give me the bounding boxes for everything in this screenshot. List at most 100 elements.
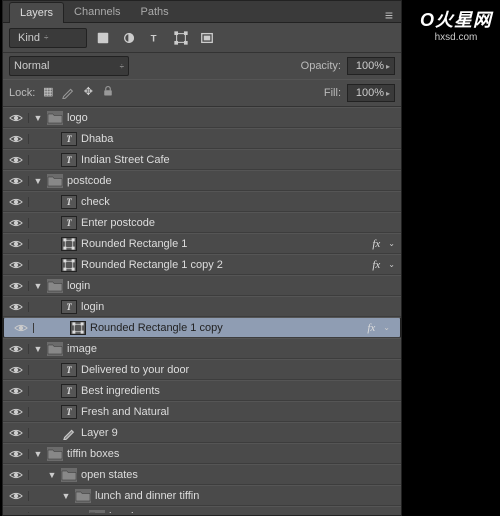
visibility-toggle[interactable] [3,407,29,417]
layer-name[interactable]: Rounded Rectangle 1 [81,238,187,250]
layer-row[interactable]: ▼ open states [3,464,401,485]
layer-name[interactable]: Best ingredients [81,385,160,397]
layer-name[interactable]: login [81,301,104,313]
visibility-toggle[interactable] [3,113,29,123]
svg-text:T: T [151,33,157,44]
chevron-down-icon[interactable]: ⌄ [388,239,395,248]
visibility-toggle[interactable] [3,470,29,480]
layer-row[interactable]: Tcheck [3,191,401,212]
filter-text-icon[interactable]: T [145,28,165,48]
watermark-logo: O火星网 [420,6,492,32]
disclosure-arrow[interactable]: ▼ [61,491,71,501]
disclosure-arrow[interactable]: ▼ [47,470,57,480]
layer-name[interactable]: logo [67,112,88,124]
filter-adjustment-icon[interactable] [119,28,139,48]
visibility-toggle[interactable] [3,281,29,291]
lock-transparency-icon[interactable]: ▦ [41,85,55,102]
visibility-toggle[interactable] [3,155,29,165]
layer-row[interactable]: ▼ tiffin boxes [3,443,401,464]
lock-all-icon[interactable] [101,85,115,102]
layer-row[interactable]: TDhaba [3,128,401,149]
visibility-toggle[interactable] [3,386,29,396]
filter-pixel-icon[interactable] [93,28,113,48]
layer-tree[interactable]: ▼ logo TDhabaTIndian Street Cafe ▼ postcode T… [3,107,401,513]
disclosure-arrow[interactable]: ▼ [33,281,43,291]
chevron-down-icon[interactable]: ⌄ [388,260,395,269]
visibility-toggle[interactable] [3,218,29,228]
layer-name[interactable]: lunch and dinner tiffin [95,490,199,502]
shape-layer-icon [61,237,77,251]
visibility-toggle[interactable] [3,365,29,375]
layer-row[interactable]: TIndian Street Cafe [3,149,401,170]
shape-layer-icon [61,258,77,272]
visibility-toggle[interactable] [3,260,29,270]
disclosure-arrow[interactable]: ▼ [33,449,43,459]
layer-name[interactable]: Dhaba [81,133,113,145]
lock-pixels-icon[interactable] [61,85,75,102]
visibility-toggle[interactable] [3,239,29,249]
visibility-toggle[interactable] [3,197,29,207]
fx-badge[interactable]: fx [372,238,380,250]
layer-row[interactable]: Tlogin [3,296,401,317]
tab-channels[interactable]: Channels [64,2,130,22]
layer-name[interactable]: Rounded Rectangle 1 copy 2 [81,259,223,271]
layer-name[interactable]: postcode [67,175,112,187]
opacity-input[interactable]: 100% ▸ [347,57,395,75]
layer-name[interactable]: Indian Street Cafe [81,154,170,166]
folder-icon [61,468,77,482]
blend-bar: Normal ÷ Opacity: 100% ▸ [3,53,401,79]
layer-row[interactable]: ▼ postcode [3,170,401,191]
layer-row[interactable]: TDelivered to your door [3,359,401,380]
layer-row[interactable]: Rounded Rectangle 1 fx ⌄ [3,233,401,254]
visibility-toggle[interactable] [3,302,29,312]
layer-row[interactable]: Layer 9 [3,422,401,443]
layer-name[interactable]: tiffin boxes [67,448,119,460]
layer-row[interactable]: ▼ logo [3,107,401,128]
visibility-toggle[interactable] [3,344,29,354]
disclosure-arrow[interactable]: ▼ [75,512,85,514]
disclosure-arrow[interactable]: ▼ [33,113,43,123]
layer-row[interactable]: TEnter postcode [3,212,401,233]
visibility-toggle[interactable] [3,134,29,144]
tab-layers[interactable]: Layers [9,2,64,23]
filter-kind-select[interactable]: Kind ÷ [9,28,87,48]
filter-smart-icon[interactable] [197,28,217,48]
folder-icon [75,489,91,503]
visibility-toggle[interactable] [3,449,29,459]
disclosure-arrow[interactable]: ▼ [33,176,43,186]
layer-name[interactable]: Enter postcode [81,217,155,229]
layer-row[interactable]: Rounded Rectangle 1 copy fx ⌄ [3,317,401,338]
chevron-down-icon[interactable]: ⌄ [383,323,390,332]
layer-name[interactable]: image [67,343,97,355]
layer-row[interactable]: ▼ login [3,275,401,296]
layer-name[interactable]: login [67,280,90,292]
layer-row[interactable]: ▼ image [3,338,401,359]
fill-input[interactable]: 100% ▸ [347,84,395,102]
lock-position-icon[interactable]: ✥ [81,85,95,102]
layer-name[interactable]: header [109,511,143,514]
layer-row[interactable]: TBest ingredients [3,380,401,401]
visibility-toggle[interactable] [3,176,29,186]
layer-name[interactable]: Fresh and Natural [81,406,169,418]
filter-kind-label: Kind [18,32,40,44]
visibility-toggle[interactable] [8,323,34,333]
visibility-toggle[interactable] [3,428,29,438]
layer-name[interactable]: Delivered to your door [81,364,189,376]
filter-shape-icon[interactable] [171,28,191,48]
visibility-toggle[interactable] [3,512,29,514]
layer-name[interactable]: check [81,196,110,208]
panel-menu-icon[interactable]: ≡ [377,8,401,22]
layer-row[interactable]: Rounded Rectangle 1 copy 2 fx ⌄ [3,254,401,275]
layer-name[interactable]: Rounded Rectangle 1 copy [90,322,223,334]
visibility-toggle[interactable] [3,491,29,501]
layer-name[interactable]: Layer 9 [81,427,118,439]
layer-row[interactable]: TFresh and Natural [3,401,401,422]
fx-badge[interactable]: fx [367,322,375,334]
layer-row[interactable]: ▼ lunch and dinner tiffin [3,485,401,506]
layer-name[interactable]: open states [81,469,138,481]
layer-row[interactable]: ▼ header [3,506,401,513]
blend-mode-select[interactable]: Normal ÷ [9,56,129,76]
tab-paths[interactable]: Paths [131,2,179,22]
disclosure-arrow[interactable]: ▼ [33,344,43,354]
fx-badge[interactable]: fx [372,259,380,271]
